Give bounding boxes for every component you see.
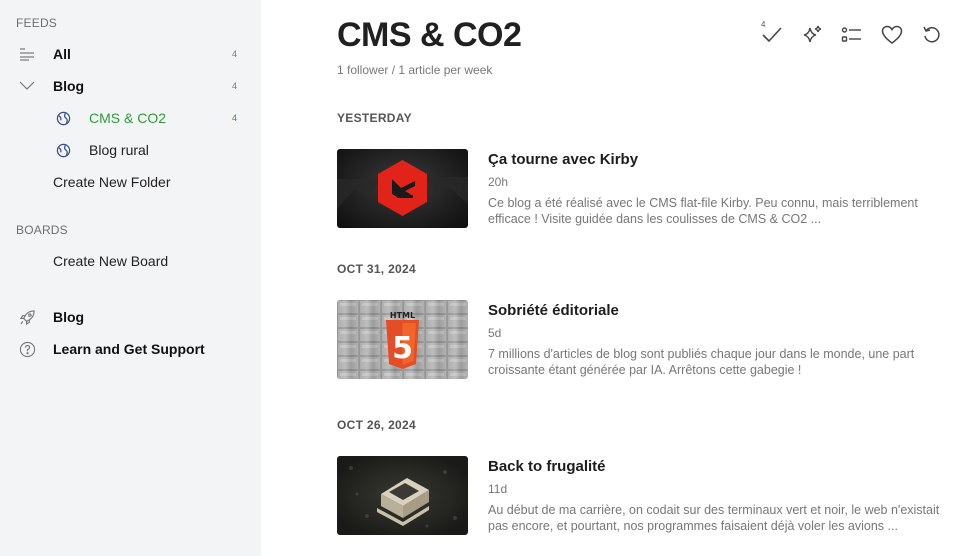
layout-button[interactable] (839, 22, 865, 48)
sidebar-feed-blog-rural[interactable]: Blog rural (0, 136, 261, 164)
article-thumbnail[interactable]: HTML 5 (337, 300, 468, 379)
kirby-logo-icon (337, 160, 468, 216)
heart-icon (881, 25, 903, 44)
sidebar-item-label: Create New Folder (53, 174, 171, 190)
ai-button[interactable] (799, 22, 825, 48)
chevron-down-icon[interactable] (18, 77, 36, 95)
sidebar-link-blog[interactable]: Blog (0, 303, 261, 331)
help-icon (18, 340, 36, 358)
article-summary: Ce blog a été réalisé avec le CMS flat-f… (488, 196, 918, 226)
globe-icon (54, 109, 72, 127)
date-heading: OCT 31, 2024 (337, 262, 416, 276)
retro-computer-icon (349, 466, 457, 528)
checkmark-icon (762, 27, 782, 43)
sidebar-item-label: CMS & CO2 (89, 110, 167, 126)
date-heading: YESTERDAY (337, 111, 412, 125)
refresh-icon (923, 26, 940, 43)
svg-text:HTML: HTML (390, 311, 415, 320)
article-thumbnail[interactable] (337, 456, 468, 535)
favorite-button[interactable] (879, 22, 905, 48)
feeds-section-label: FEEDS (16, 16, 58, 30)
article-age: 20h (488, 175, 509, 189)
article-age: 5d (488, 326, 502, 340)
create-folder-button[interactable]: Create New Folder (0, 168, 261, 196)
article-age: 11d (488, 482, 508, 496)
boards-section-label: BOARDS (16, 223, 68, 237)
article-item[interactable]: Ça tourne avec Kirby 20h Ce blog a été r… (337, 149, 942, 229)
mark-as-read-button[interactable] (759, 22, 785, 48)
article-summary: 7 millions d'articles de blog sont publi… (488, 347, 915, 377)
article-summary: Au début de ma carrière, on codait sur d… (488, 503, 940, 533)
unread-count: 4 (232, 49, 238, 59)
create-board-button[interactable]: Create New Board (0, 247, 261, 275)
globe-icon (54, 141, 72, 159)
article-item[interactable]: HTML 5 Sobriété éditoriale 5d 7 millions… (337, 300, 942, 380)
html5-logo-icon: HTML 5 (337, 300, 468, 379)
unread-count: 4 (232, 81, 238, 91)
sidebar-folder-blog[interactable]: Blog 4 (0, 72, 261, 100)
article-title[interactable]: Ça tourne avec Kirby (488, 151, 638, 168)
rocket-icon (18, 308, 36, 326)
article-thumbnail[interactable] (337, 149, 468, 228)
sidebar-item-label: Blog (53, 78, 85, 94)
sidebar: FEEDS All 4 Blog 4 CMS & CO2 4 Blog rura… (0, 0, 261, 556)
sidebar-link-support[interactable]: Learn and Get Support (0, 335, 261, 363)
list-view-icon (841, 27, 861, 42)
sidebar-item-all[interactable]: All 4 (0, 40, 261, 68)
page-title: CMS & CO2 (337, 16, 522, 54)
sidebar-item-label: All (53, 46, 71, 62)
sidebar-item-label: Create New Board (53, 253, 169, 269)
article-title[interactable]: Back to frugalité (488, 458, 606, 475)
unread-count: 4 (232, 113, 238, 123)
svg-text:5: 5 (392, 331, 413, 366)
feed-stats: 1 follower / 1 article per week (337, 63, 493, 77)
refresh-button[interactable] (919, 22, 945, 48)
sparkles-icon (803, 25, 822, 43)
main-content: CMS & CO2 1 follower / 1 article per wee… (261, 0, 962, 556)
article-title[interactable]: Sobriété éditoriale (488, 302, 619, 319)
sidebar-feed-cms-co2[interactable]: CMS & CO2 4 (0, 104, 261, 132)
article-item[interactable]: Back to frugalité 11d Au début de ma car… (337, 456, 942, 536)
sidebar-item-label: Learn and Get Support (53, 341, 205, 357)
sidebar-item-label: Blog (53, 309, 85, 325)
sidebar-item-label: Blog rural (89, 142, 149, 158)
date-heading: OCT 26, 2024 (337, 418, 416, 432)
list-icon (18, 45, 36, 63)
